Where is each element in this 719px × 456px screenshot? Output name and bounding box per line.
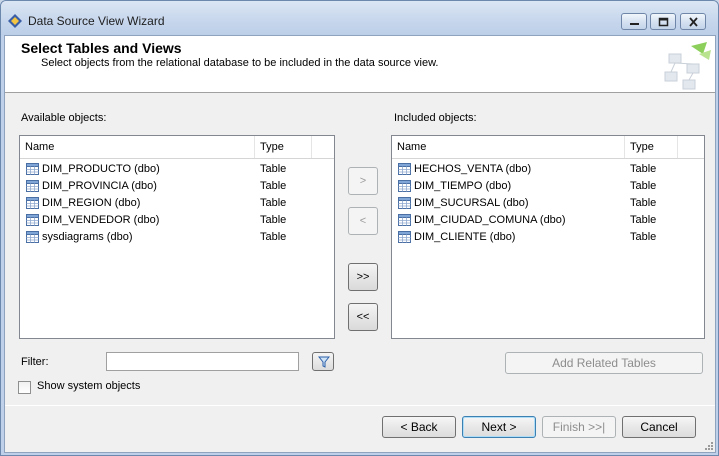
list-item-type: Table [260, 214, 287, 226]
list-item-name: DIM_VENDEDOR (dbo) [42, 214, 160, 226]
list-item[interactable]: DIM_CIUDAD_COMUNA (dbo) Table [392, 212, 704, 229]
list-item-name: sysdiagrams (dbo) [42, 231, 133, 243]
list-item-name: DIM_CLIENTE (dbo) [414, 231, 516, 243]
list-item[interactable]: DIM_PROVINCIA (dbo) Table [20, 178, 334, 195]
list-item[interactable]: DIM_TIEMPO (dbo) Table [392, 178, 704, 195]
included-objects-label: Included objects: [394, 112, 477, 124]
column-header-name[interactable]: Name [392, 136, 625, 158]
list-item-name: HECHOS_VENTA (dbo) [414, 163, 532, 175]
table-icon [26, 214, 39, 226]
table-icon [398, 231, 411, 243]
available-objects-list[interactable]: Name Type DIM_PRODUCTO (dbo) Table DIM_PRO… [19, 135, 335, 339]
app-icon [8, 14, 22, 28]
title-bar[interactable]: Data Source View Wizard [1, 1, 718, 35]
filter-input[interactable] [106, 352, 299, 371]
footer-divider [5, 405, 715, 406]
table-icon [398, 163, 411, 175]
wizard-header: Select Tables and Views Select objects f… [5, 36, 715, 93]
list-item-type: Table [630, 214, 657, 226]
list-item-name: DIM_REGION (dbo) [42, 197, 141, 209]
column-header-name[interactable]: Name [20, 136, 255, 158]
table-icon [26, 197, 39, 209]
remove-selected-button[interactable]: < [348, 207, 378, 235]
list-item[interactable]: DIM_REGION (dbo) Table [20, 195, 334, 212]
list-item-name: DIM_PRODUCTO (dbo) [42, 163, 160, 175]
table-icon [26, 231, 39, 243]
wizard-window: Data Source View Wizard Select Tables an… [0, 0, 719, 456]
page-title: Select Tables and Views [21, 40, 182, 56]
close-icon [689, 17, 698, 27]
show-system-objects-checkbox[interactable] [18, 381, 31, 394]
table-icon [26, 180, 39, 192]
list-item[interactable]: HECHOS_VENTA (dbo) Table [392, 161, 704, 178]
list-item[interactable]: sysdiagrams (dbo) Table [20, 229, 334, 246]
add-selected-button[interactable]: > [348, 167, 378, 195]
list-item-type: Table [630, 163, 657, 175]
table-icon [398, 180, 411, 192]
list-item-name: DIM_SUCURSAL (dbo) [414, 197, 529, 209]
wizard-graphic-icon [664, 42, 711, 90]
filter-button[interactable] [312, 352, 334, 371]
column-header-type[interactable]: Type [625, 136, 678, 158]
remove-all-button[interactable]: << [348, 303, 378, 331]
list-item[interactable]: DIM_SUCURSAL (dbo) Table [392, 195, 704, 212]
cancel-button[interactable]: Cancel [622, 416, 696, 438]
list-item[interactable]: DIM_CLIENTE (dbo) Table [392, 229, 704, 246]
page-subtitle: Select objects from the relational datab… [41, 57, 439, 69]
list-item-type: Table [260, 180, 287, 192]
list-item-type: Table [260, 231, 287, 243]
list-item-type: Table [260, 163, 287, 175]
filter-label: Filter: [21, 356, 49, 368]
filter-icon [318, 356, 330, 368]
list-item-type: Table [630, 231, 657, 243]
add-all-button[interactable]: >> [348, 263, 378, 291]
table-icon [398, 197, 411, 209]
list-item[interactable]: DIM_PRODUCTO (dbo) Table [20, 161, 334, 178]
add-related-tables-button[interactable]: Add Related Tables [505, 352, 703, 374]
maximize-button[interactable] [650, 13, 676, 30]
close-button[interactable] [680, 13, 706, 30]
list-item-type: Table [630, 180, 657, 192]
maximize-icon [658, 17, 669, 27]
minimize-icon [630, 23, 639, 25]
finish-button[interactable]: Finish >>| [542, 416, 616, 438]
table-icon [26, 163, 39, 175]
table-icon [398, 214, 411, 226]
list-item-type: Table [260, 197, 287, 209]
list-item[interactable]: DIM_VENDEDOR (dbo) Table [20, 212, 334, 229]
available-objects-label: Available objects: [21, 112, 107, 124]
next-button[interactable]: Next > [462, 416, 536, 438]
list-item-name: DIM_TIEMPO (dbo) [414, 180, 512, 192]
show-system-objects-label: Show system objects [37, 380, 141, 392]
column-header-type[interactable]: Type [255, 136, 312, 158]
included-list-header: Name Type [392, 136, 704, 159]
window-title: Data Source View Wizard [28, 14, 165, 28]
resize-grip-icon[interactable] [703, 440, 713, 450]
minimize-button[interactable] [621, 13, 647, 30]
dialog-body: Select Tables and Views Select objects f… [4, 35, 716, 453]
included-objects-list[interactable]: Name Type HECHOS_VENTA (dbo) Table DIM_TIE… [391, 135, 705, 339]
list-item-name: DIM_CIUDAD_COMUNA (dbo) [414, 214, 566, 226]
list-item-type: Table [630, 197, 657, 209]
list-item-name: DIM_PROVINCIA (dbo) [42, 180, 157, 192]
back-button[interactable]: < Back [382, 416, 456, 438]
available-list-header: Name Type [20, 136, 334, 159]
